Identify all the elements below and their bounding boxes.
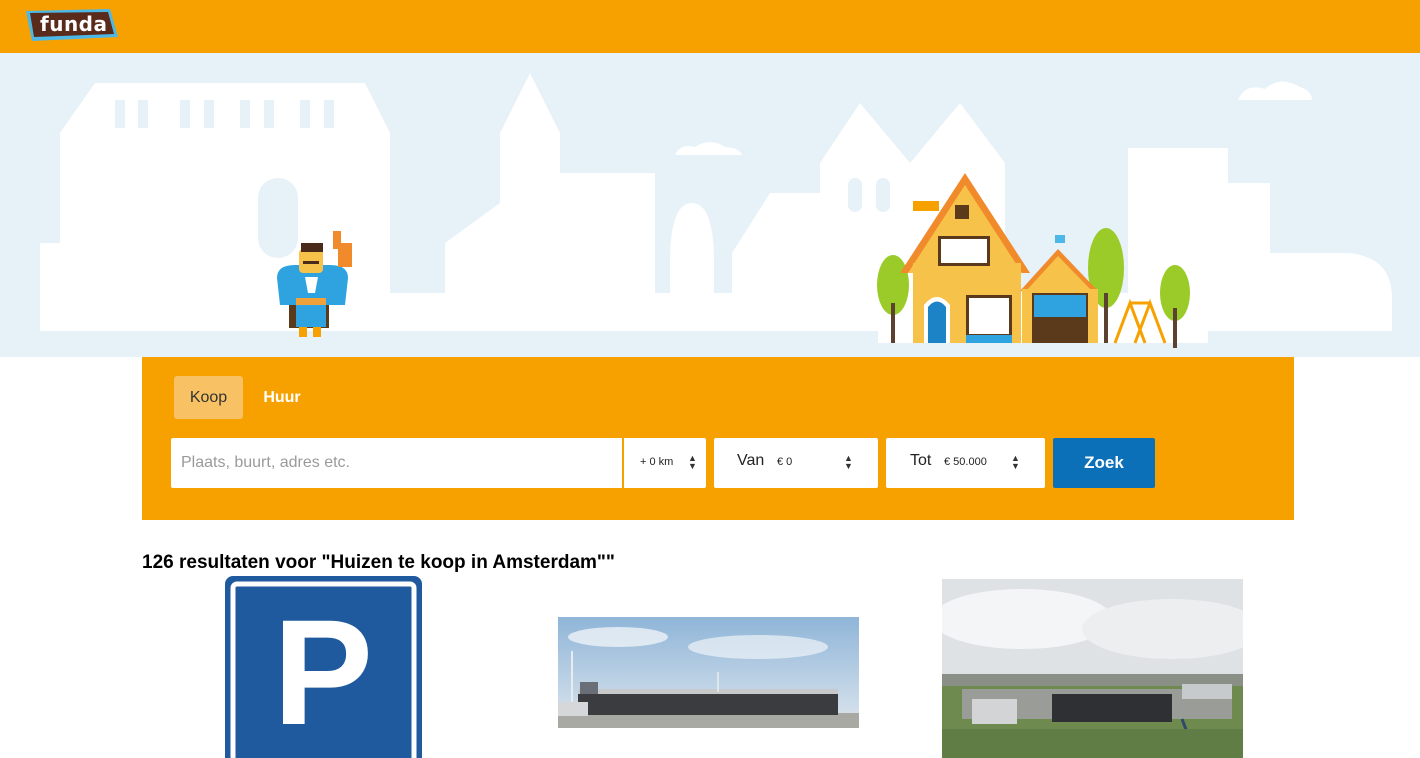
select-arrows-icon: ▲ ▼ (1011, 453, 1020, 471)
hero-illustration (0, 53, 1420, 357)
price-to-label: Tot (910, 452, 932, 469)
aerial-business-park-image (942, 579, 1243, 758)
select-arrows-icon: ▲ ▼ (844, 453, 853, 471)
location-search-input[interactable] (179, 438, 613, 488)
tab-koop[interactable]: Koop (174, 376, 243, 419)
search-panel: Koop Huur + 0 km ▲▼ Van € 0 ▲▼ Tot € 50.… (142, 357, 1294, 520)
top-navigation-bar: funda (0, 0, 1420, 53)
result-image-aerial[interactable] (942, 579, 1243, 758)
price-to-value: € 50.000 (944, 456, 987, 468)
city-skyline-illustration (40, 73, 1392, 348)
parking-sign-image: P (223, 574, 424, 758)
industrial-building-image (558, 617, 859, 728)
price-from-value: € 0 (777, 456, 793, 468)
parking-letter: P (273, 588, 373, 756)
tab-huur[interactable]: Huur (254, 376, 310, 419)
result-image-building[interactable] (558, 617, 859, 728)
location-search-field (171, 438, 622, 488)
logo-text: funda (40, 12, 108, 36)
funda-logo[interactable]: funda (22, 7, 120, 43)
price-from-select[interactable]: Van € 0 ▲ ▼ (714, 438, 878, 488)
result-image-parking[interactable]: P (223, 574, 424, 758)
price-from-label: Van (737, 452, 765, 469)
radius-value: + 0 km (640, 456, 674, 468)
radius-select[interactable]: + 0 km ▲ ▼ (624, 438, 706, 488)
results-heading: 126 resultaten voor "Huizen te koop in A… (142, 552, 615, 573)
search-button[interactable]: Zoek (1053, 438, 1155, 488)
price-to-select[interactable]: Tot € 50.000 ▲ ▼ (886, 438, 1045, 488)
select-arrows-icon: ▲ ▼ (688, 453, 697, 471)
